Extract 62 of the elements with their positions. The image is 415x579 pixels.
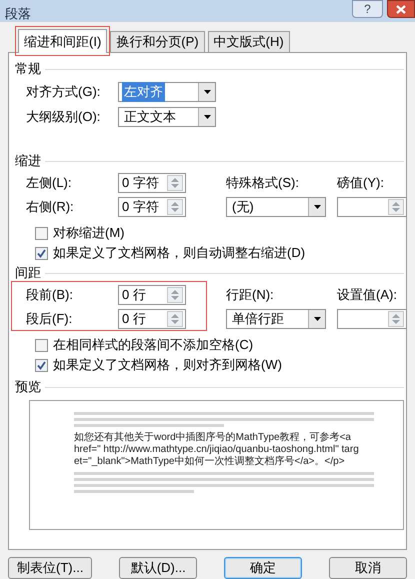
checkbox[interactable]	[35, 226, 48, 240]
window-title: 段落	[4, 5, 31, 23]
field-label: 右侧(R):	[26, 198, 75, 216]
close-button[interactable]	[387, 0, 415, 18]
checkbox-label: 对称缩进(M)	[53, 224, 124, 242]
field-value: 0 行	[122, 286, 146, 304]
caret-icon	[204, 115, 210, 119]
field-value: 0 行	[122, 310, 146, 328]
field-label: 大纲级别(O):	[26, 108, 102, 126]
spin-field[interactable]: 0 行	[118, 285, 186, 305]
checkbox-label: 在相同样式的段落间不添加空格(C)	[53, 336, 254, 354]
dropdown-value: 单倍行距	[231, 310, 285, 328]
spinner-icon	[167, 199, 183, 215]
field-label: 段后(F):	[26, 310, 74, 328]
spin-field[interactable]	[337, 197, 407, 217]
field-label: 段前(B):	[26, 286, 74, 304]
spin-field[interactable]: 0 行	[118, 309, 186, 329]
spinner-icon	[167, 311, 183, 327]
section-heading: 缩进	[15, 152, 42, 170]
spinner-icon	[388, 311, 404, 327]
field-value: 0 字符	[122, 198, 159, 216]
dialog-button[interactable]: 确定	[224, 557, 302, 579]
dropdown[interactable]: (无)	[226, 197, 326, 217]
spin-field[interactable]: 0 字符	[118, 197, 186, 217]
checkbox-label: 如果定义了文档网格，则自动调整右缩进(D)	[53, 244, 306, 262]
checkbox[interactable]	[35, 338, 48, 352]
spinner-icon	[167, 175, 183, 191]
dropdown[interactable]: 单倍行距	[226, 309, 326, 329]
dropdown[interactable]: 左对齐	[118, 82, 216, 102]
caret-icon	[314, 317, 320, 321]
spin-field[interactable]: 0 字符	[118, 173, 186, 193]
tab[interactable]: 换行和分页(P)	[110, 31, 205, 52]
help-button[interactable]: ?	[352, 0, 383, 18]
field-value: 0 字符	[122, 174, 159, 192]
close-icon	[396, 4, 406, 14]
field-label: 左侧(L):	[26, 174, 72, 192]
checkbox-label: 如果定义了文档网格，则对齐到网格(W)	[53, 356, 282, 374]
spinner-icon	[388, 199, 404, 215]
section-heading: 间距	[15, 264, 42, 282]
selected-text: 左对齐	[122, 82, 165, 102]
section-heading: 预览	[15, 378, 42, 396]
dropdown-value: (无)	[231, 198, 255, 216]
tab[interactable]: 中文版式(H)	[208, 31, 290, 52]
checkbox[interactable]	[35, 246, 48, 260]
field-label: 行距(N):	[226, 286, 275, 304]
spinner-icon	[167, 287, 183, 303]
checkbox[interactable]	[35, 358, 48, 372]
field-label: 设置值(A):	[337, 286, 398, 304]
tab[interactable]: 缩进和间距(I)	[18, 29, 108, 53]
field-label: 对齐方式(G):	[26, 83, 102, 102]
dropdown[interactable]: 正文文本	[118, 107, 216, 127]
dialog-button[interactable]: 默认(D)...	[119, 557, 198, 579]
preview-text: 如您还有其他关于word中插图序号的MathType教程，可参考<a href=" http://www.mathtype.cn/jiqiao/quanbu-taoshong.html" target="_blank">MathType中如何一次性调整文档序号</a>。</p>	[74, 432, 359, 468]
spin-field[interactable]	[337, 309, 407, 329]
field-label: 特殊格式(S):	[226, 174, 300, 192]
caret-icon	[204, 90, 210, 94]
section-heading: 常规	[15, 60, 42, 78]
dropdown-value: 正文文本	[123, 108, 177, 126]
caret-icon	[314, 205, 320, 209]
dialog-button[interactable]: 制表位(T)...	[8, 557, 92, 579]
dialog-button[interactable]: 取消	[328, 557, 407, 579]
field-label: 磅值(Y):	[337, 174, 385, 192]
